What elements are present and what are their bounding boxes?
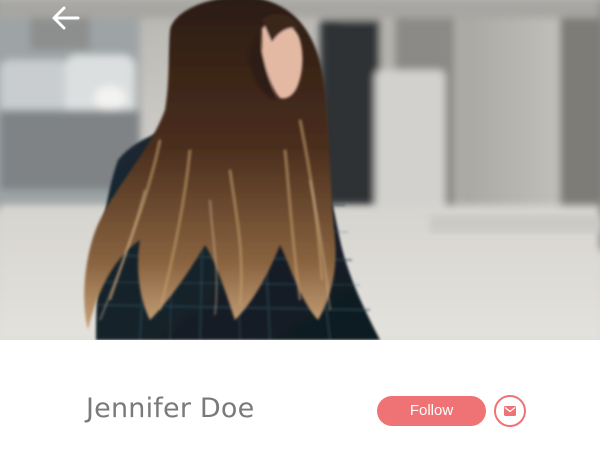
back-button[interactable]	[48, 4, 84, 32]
arrow-left-icon	[48, 4, 84, 32]
profile-name: Jennifer Doe	[86, 393, 255, 424]
profile-screen: Jennifer Doe Follow	[0, 0, 600, 450]
message-button[interactable]	[494, 395, 526, 427]
mail-icon	[504, 406, 516, 416]
follow-button[interactable]: Follow	[377, 396, 486, 426]
profile-cover-photo	[0, 0, 600, 340]
profile-info-bar: Jennifer Doe Follow	[0, 340, 600, 450]
cover-photo-image	[0, 0, 600, 340]
